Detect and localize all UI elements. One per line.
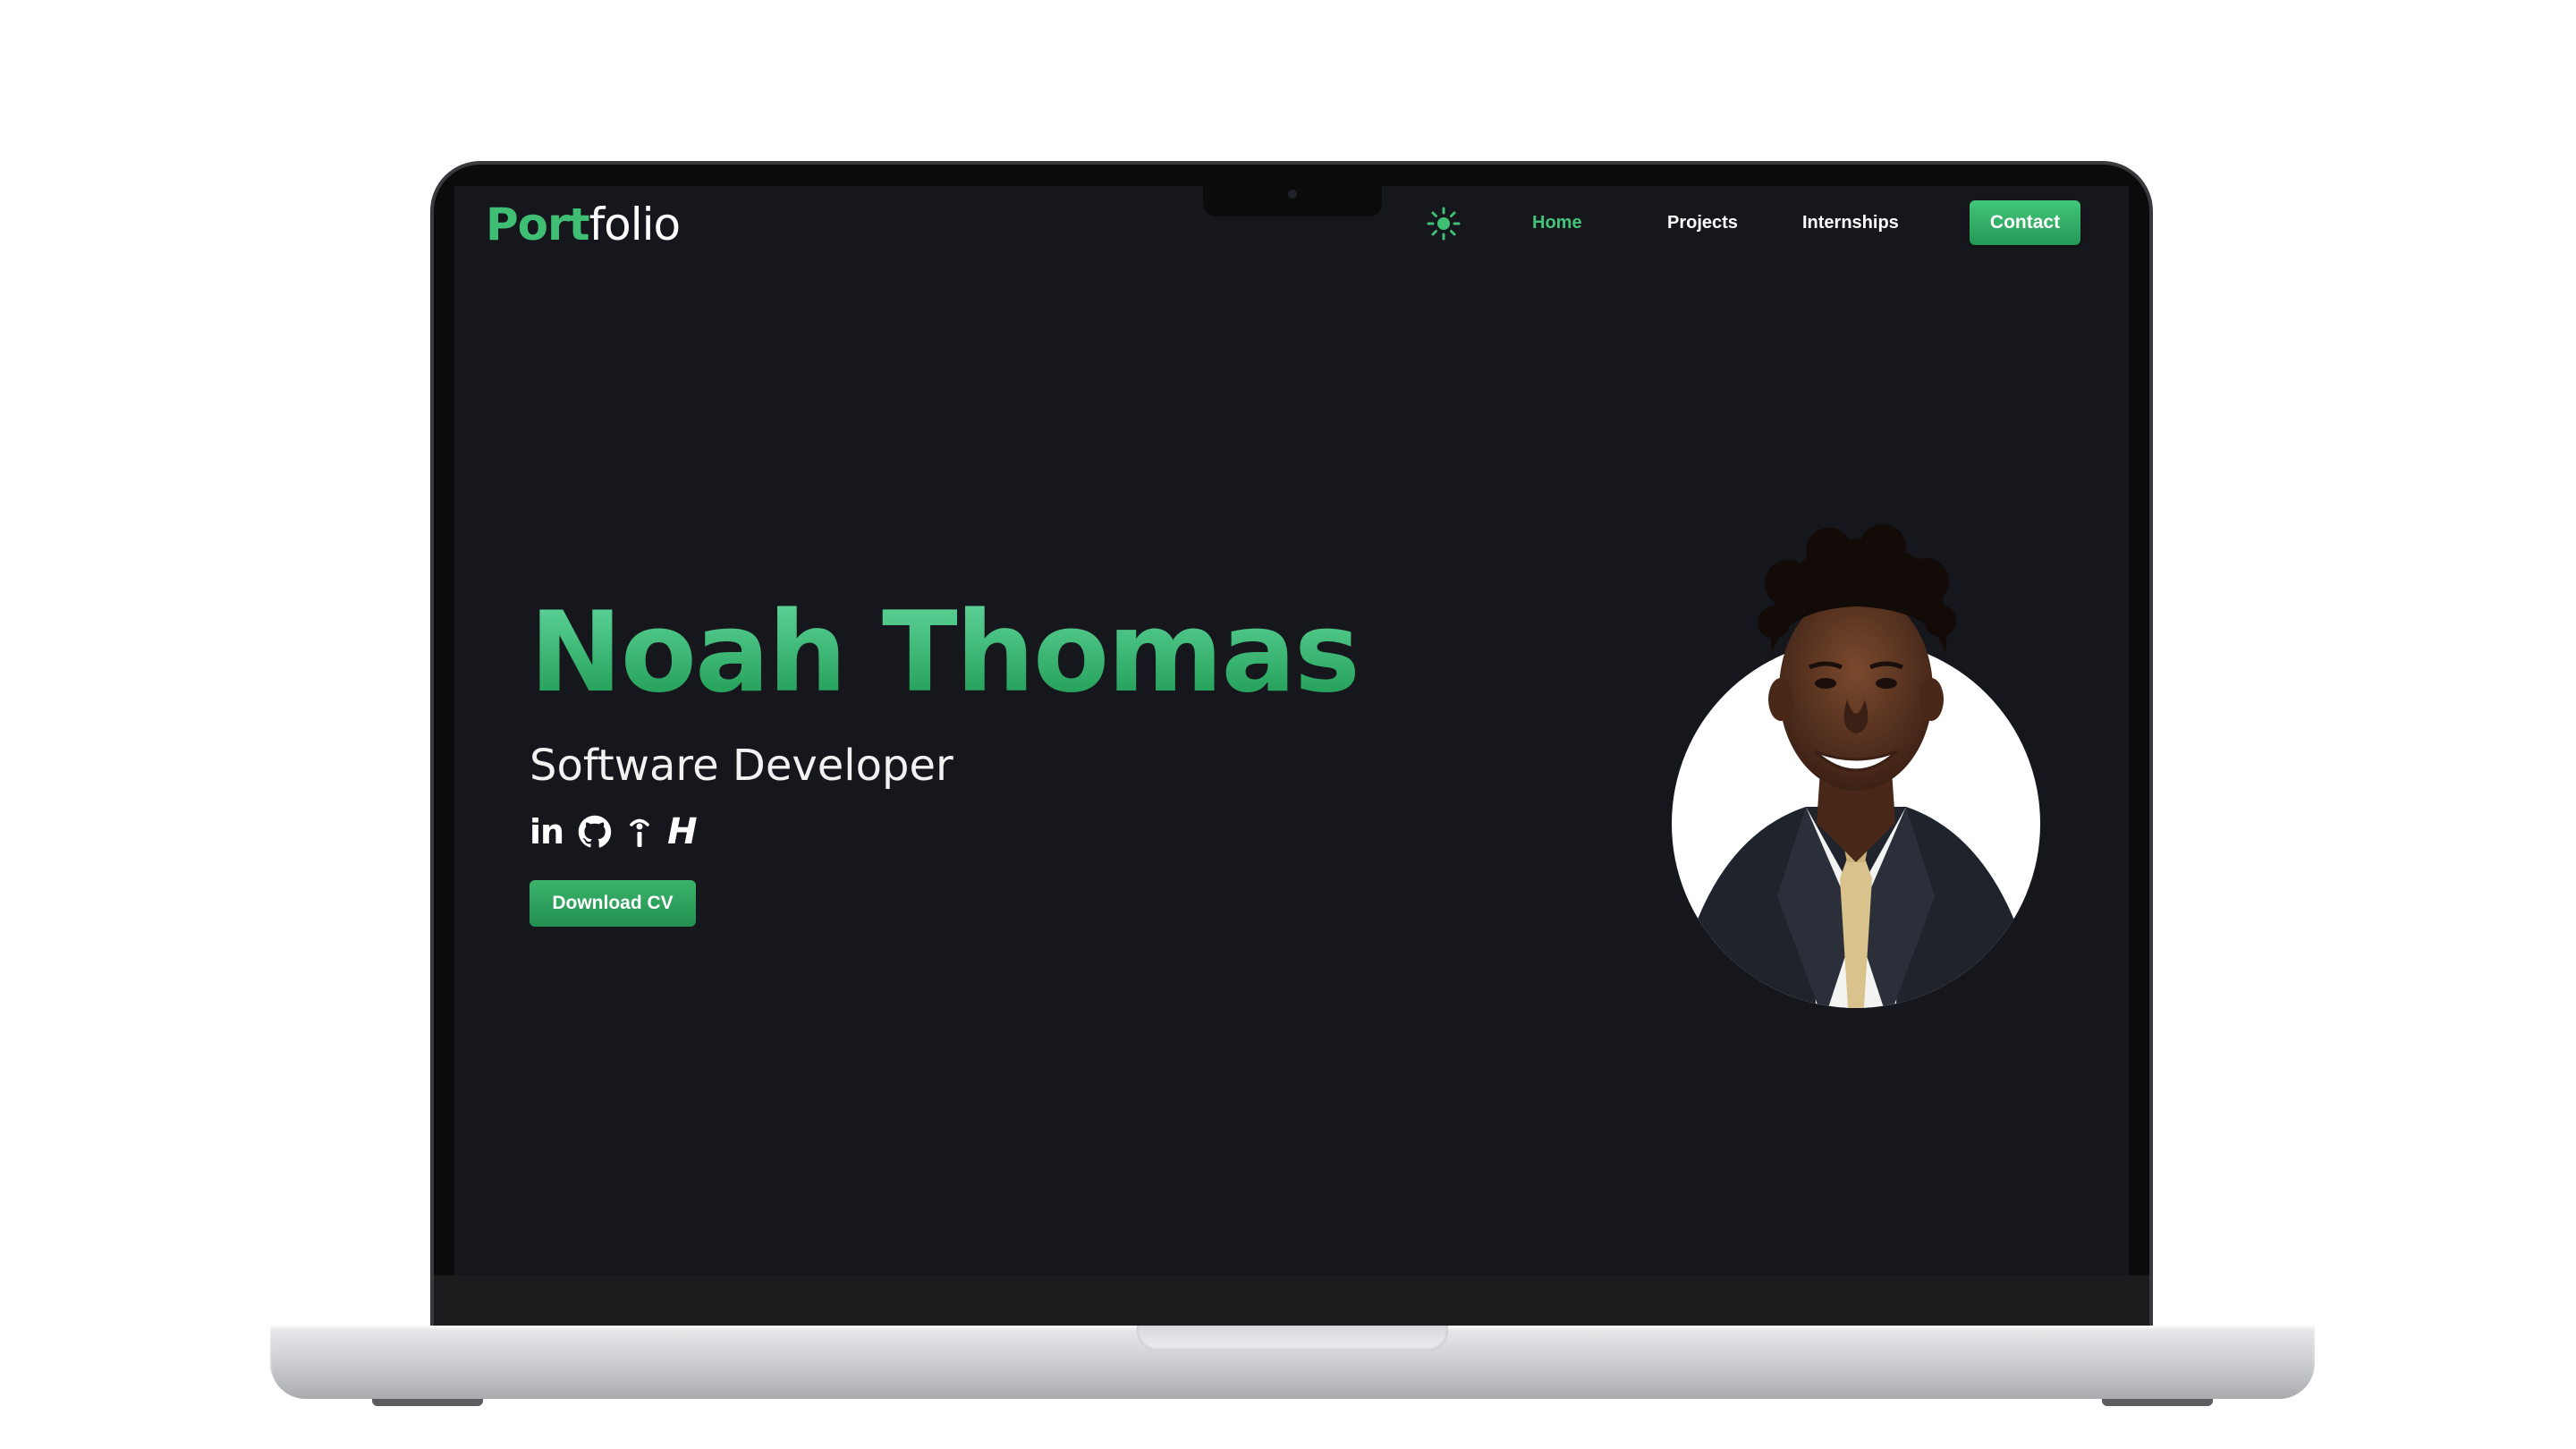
info-icon[interactable]	[626, 812, 653, 852]
theme-toggle-sun-icon[interactable]	[1426, 206, 1462, 242]
hero-role: Software Developer	[530, 741, 953, 791]
laptop-chin	[434, 1275, 2149, 1326]
camera-icon	[1288, 190, 1297, 199]
github-icon-glyph	[578, 815, 612, 848]
logo-accent-text: Port	[486, 199, 590, 250]
linkedin-icon[interactable]: in	[530, 812, 564, 852]
site-logo[interactable]: Portfolio	[486, 199, 682, 250]
logo-text: folio	[589, 199, 682, 250]
sun-icon	[1427, 207, 1461, 241]
hashnode-icon[interactable]: H	[667, 811, 698, 852]
laptop-foot-left	[372, 1399, 483, 1406]
avatar-photo	[1672, 524, 2040, 1008]
hero-name: Noah Thomas	[530, 589, 1360, 717]
hashnode-icon-text: H	[667, 811, 698, 852]
info-icon-glyph	[630, 818, 649, 847]
contact-button[interactable]: Contact	[1970, 200, 2080, 245]
nav-projects-link[interactable]: Projects	[1667, 213, 1738, 233]
portfolio-screen: Portfolio Home Projects Internships Cont…	[454, 186, 2129, 1275]
nav-home-link[interactable]: Home	[1532, 213, 1582, 233]
download-cv-button[interactable]: Download CV	[530, 880, 696, 927]
github-icon[interactable]	[578, 812, 612, 852]
nav-internships-link[interactable]: Internships	[1802, 213, 1899, 233]
linkedin-icon-text: in	[530, 812, 564, 852]
laptop-base-notch	[1137, 1326, 1448, 1351]
social-links: in H	[530, 811, 698, 852]
laptop-foot-right	[2102, 1399, 2213, 1406]
